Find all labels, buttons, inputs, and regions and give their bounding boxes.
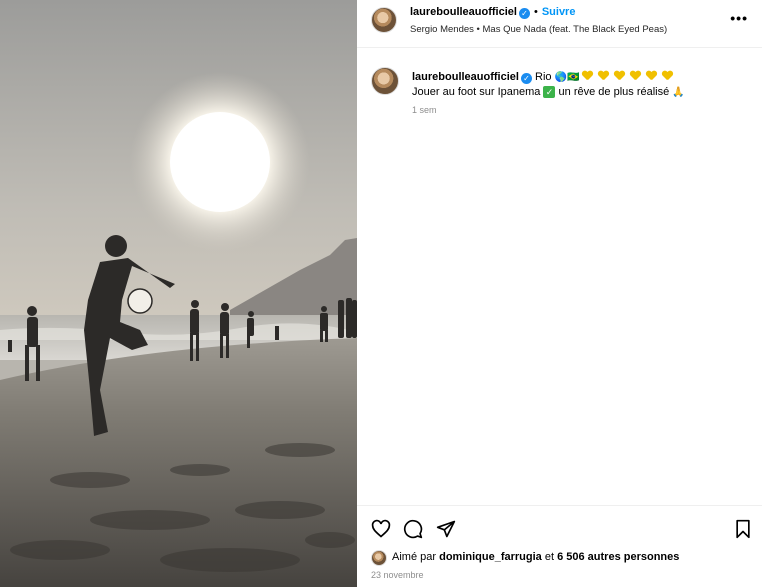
verified-badge-icon: ✓ xyxy=(520,73,532,84)
caption-line-1: laureboulleauofficiel ✓ Rio 🌎🇧🇷 xyxy=(412,70,752,85)
heart-icon[interactable] xyxy=(371,519,391,539)
beach-photo xyxy=(0,0,357,587)
liked-others-count[interactable]: 6 506 autres personnes xyxy=(557,551,679,563)
yellow-heart-icon xyxy=(662,71,673,81)
praying-hands-emoji-icon: 🙏 xyxy=(672,87,685,98)
liked-connector: et xyxy=(544,551,555,563)
header-user-line: laureboulleauofficiel ✓ • Suivre xyxy=(410,6,575,19)
audio-track-link[interactable]: Sergio Mendes • Mas Que Nada (feat. The … xyxy=(410,24,667,35)
caption-username[interactable]: laureboulleauofficiel xyxy=(412,71,519,83)
globe-emoji-icon: 🌎 xyxy=(554,72,568,83)
instagram-post-view: laureboulleauofficiel ✓ • Suivre Sergio Men… xyxy=(0,0,762,587)
yellow-heart-icon xyxy=(614,71,625,81)
caption-text: Jouer au foot sur Ipanema xyxy=(412,86,541,98)
separator-dot: • xyxy=(533,6,538,18)
caption-timestamp[interactable]: 1 sem xyxy=(412,105,437,115)
post-header: laureboulleauofficiel ✓ • Suivre Sergio Men… xyxy=(357,0,762,48)
comment-icon[interactable] xyxy=(403,519,423,539)
yellow-heart-icon xyxy=(630,71,641,81)
author-username[interactable]: laureboulleauofficiel xyxy=(410,6,517,18)
liked-prefix: Aimé par xyxy=(392,551,437,563)
yellow-heart-icon xyxy=(646,71,657,81)
follow-button[interactable]: Suivre xyxy=(542,6,576,18)
liked-by-user[interactable]: dominique_farrugia xyxy=(439,551,542,563)
yellow-heart-icon xyxy=(598,71,609,81)
more-dots-icon[interactable]: ••• xyxy=(730,10,748,26)
caption-text-2: un rêve de plus réalisé xyxy=(558,86,670,98)
caption-place: Rio xyxy=(535,71,552,83)
bookmark-icon[interactable] xyxy=(733,519,753,539)
caption-line-2: Jouer au foot sur Ipanema ✓ un rêve de p… xyxy=(412,85,752,100)
paper-plane-icon[interactable] xyxy=(436,519,456,539)
post-photo[interactable] xyxy=(0,0,357,587)
post-side-panel: laureboulleauofficiel ✓ • Suivre Sergio Men… xyxy=(357,0,762,587)
liker-avatar[interactable] xyxy=(371,550,387,566)
post-caption: laureboulleauofficiel ✓ Rio 🌎🇧🇷 Jouer au … xyxy=(412,70,752,100)
yellow-heart-icon xyxy=(582,71,593,81)
caption-author-avatar[interactable] xyxy=(371,67,399,95)
action-bar xyxy=(357,505,762,545)
post-date[interactable]: 23 novembre xyxy=(371,570,424,580)
check-mark-emoji-icon: ✓ xyxy=(543,86,556,98)
likes-summary: Aimé par dominique_farrugia et 6 506 aut… xyxy=(392,551,679,563)
brazil-flag-icon: 🇧🇷 xyxy=(567,72,580,83)
verified-badge-icon: ✓ xyxy=(518,8,530,19)
author-avatar[interactable] xyxy=(371,7,397,33)
